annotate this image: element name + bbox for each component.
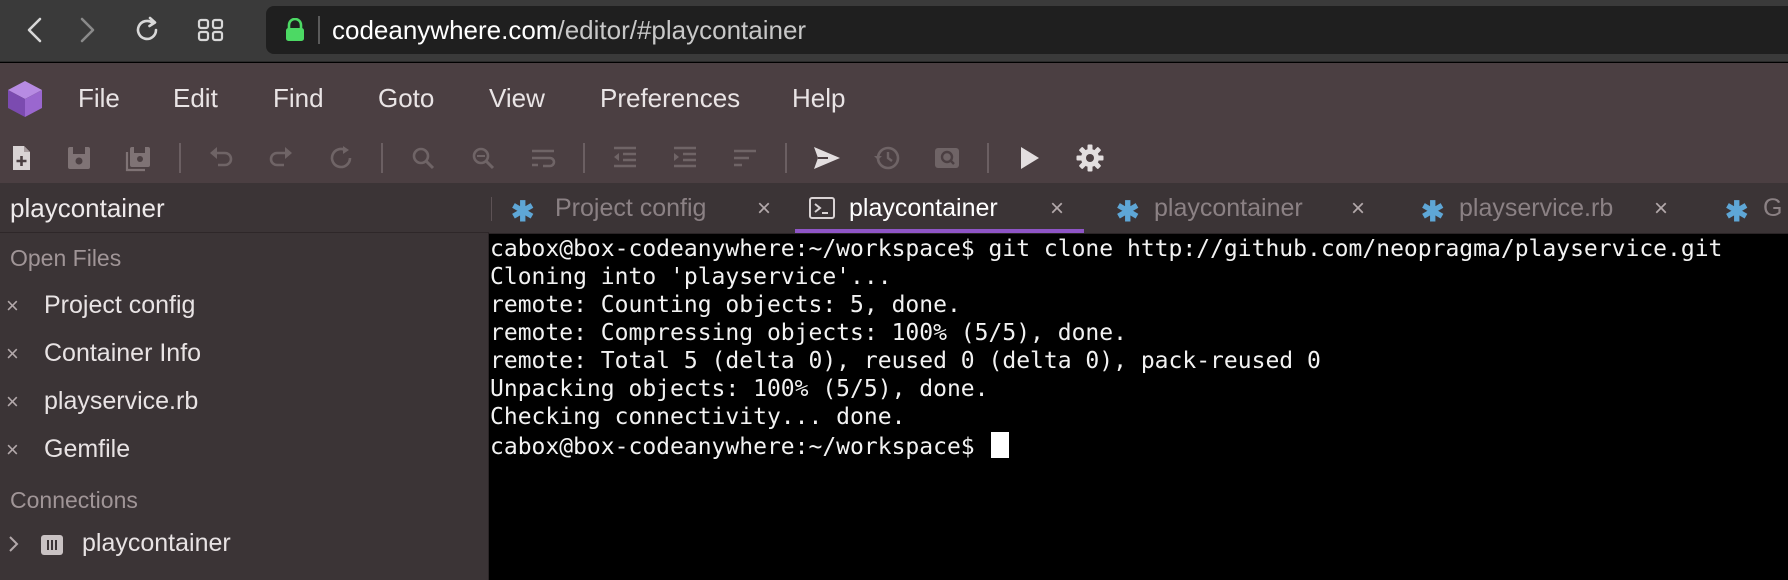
sidebar: playcontainer Open Files × Project confi… [0, 183, 489, 580]
open-file-project-config[interactable]: × Project config [0, 285, 489, 329]
editor-tab-bar: ✱ Project config × playcontainer × ✱ pla… [489, 183, 1788, 234]
connections-label: Connections [10, 487, 138, 513]
open-file-label: Gemfile [44, 435, 131, 463]
redo-icon[interactable] [266, 143, 296, 173]
menu-view[interactable]: View [489, 83, 545, 113]
terminal-line: remote: Compressing objects: 100% (5/5),… [490, 320, 1127, 346]
search-replace-icon[interactable] [468, 143, 498, 173]
refresh-icon[interactable] [326, 143, 356, 173]
terminal-line: cabox@box-codeanywhere:~/workspace$ git … [490, 236, 1723, 262]
asterisk-icon: ✱ [1421, 196, 1445, 227]
terminal-icon [809, 196, 835, 220]
open-files-label: Open Files [10, 245, 122, 271]
terminal-line: remote: Total 5 (delta 0), reused 0 (del… [490, 348, 1321, 374]
tab-label: G [1763, 194, 1783, 222]
tab-gemfile[interactable]: ✱ G [1703, 183, 1788, 233]
wrap-icon[interactable] [528, 143, 558, 173]
chevron-right-icon[interactable] [6, 535, 22, 553]
back-icon[interactable] [20, 14, 52, 46]
tab-project-config[interactable]: ✱ Project config × [489, 183, 789, 233]
grid-icon[interactable] [195, 14, 227, 46]
tab-label: Project config [555, 194, 707, 222]
terminal-line: Cloning into 'playservice'... [490, 264, 892, 290]
tab-label: playservice.rb [1459, 194, 1614, 222]
address-bar[interactable]: codeanywhere.com/editor/#playcontainer [266, 6, 1788, 54]
editor-toolbar [0, 133, 1788, 183]
indent-icon[interactable] [670, 143, 700, 173]
url-text[interactable]: codeanywhere.com/editor/#playcontainer [332, 14, 806, 46]
save-all-icon[interactable] [124, 143, 154, 173]
toolbar-separator [583, 143, 585, 173]
asterisk-icon: ✱ [1725, 196, 1749, 227]
preview-icon[interactable] [932, 143, 962, 173]
open-file-label: Container Info [44, 339, 202, 367]
sidebar-title: playcontainer [10, 193, 165, 223]
terminal-line: Checking connectivity... done. [490, 404, 906, 430]
open-file-label: playservice.rb [44, 387, 199, 415]
browser-toolbar: codeanywhere.com/editor/#playcontainer [0, 0, 1788, 62]
close-icon[interactable]: × [6, 389, 19, 415]
terminal-prompt: cabox@box-codeanywhere:~/workspace$ [490, 434, 989, 460]
tab-label: playcontainer [1154, 194, 1303, 222]
open-file-container-info[interactable]: × Container Info [0, 333, 489, 377]
open-file-playservice-rb[interactable]: × playservice.rb [0, 381, 489, 425]
close-icon[interactable]: × [6, 437, 19, 463]
toolbar-separator [179, 143, 181, 173]
close-icon[interactable]: × [1654, 195, 1668, 223]
menu-preferences[interactable]: Preferences [600, 83, 740, 113]
close-icon[interactable]: × [757, 195, 771, 223]
codeanywhere-logo-icon[interactable] [6, 79, 44, 119]
undo-icon[interactable] [206, 143, 236, 173]
send-icon[interactable] [812, 143, 842, 173]
terminal-cursor [990, 432, 1009, 458]
menu-find[interactable]: Find [273, 83, 324, 113]
url-separator [318, 16, 320, 44]
menu-goto[interactable]: Goto [378, 83, 434, 113]
menu-file[interactable]: File [78, 83, 120, 113]
close-icon[interactable]: × [6, 293, 19, 319]
tab-playcontainer-terminal[interactable]: playcontainer × [795, 183, 1084, 233]
menu-edit[interactable]: Edit [173, 83, 218, 113]
history-icon[interactable] [872, 143, 902, 173]
terminal-line: remote: Counting objects: 5, done. [490, 292, 961, 318]
connection-label: playcontainer [82, 529, 231, 557]
container-icon [40, 533, 64, 557]
run-icon[interactable] [1014, 143, 1044, 173]
sort-icon[interactable] [730, 143, 760, 173]
tab-label: playcontainer [849, 194, 998, 222]
new-file-icon[interactable] [6, 143, 36, 173]
app-menu-bar: File Edit Find Goto View Preferences Hel… [0, 63, 1788, 133]
open-file-gemfile[interactable]: × Gemfile [0, 429, 489, 473]
lock-icon [284, 17, 306, 42]
asterisk-icon: ✱ [511, 196, 535, 227]
sidebar-header: playcontainer [0, 183, 489, 233]
outdent-icon[interactable] [610, 143, 640, 173]
save-icon[interactable] [64, 143, 94, 173]
terminal-prompt-line[interactable]: cabox@box-codeanywhere:~/workspace$ [490, 432, 1009, 460]
search-icon[interactable] [408, 143, 438, 173]
close-icon[interactable]: × [6, 341, 19, 367]
close-icon[interactable]: × [1050, 195, 1064, 223]
terminal-output[interactable]: cabox@box-codeanywhere:~/workspace$ git … [489, 234, 1788, 580]
url-host: codeanywhere.com [332, 15, 558, 45]
url-path: /editor/#playcontainer [557, 15, 807, 45]
settings-icon[interactable] [1075, 143, 1105, 173]
toolbar-separator [785, 143, 787, 173]
toolbar-separator [381, 143, 383, 173]
close-icon[interactable]: × [1351, 195, 1365, 223]
forward-icon[interactable] [70, 14, 102, 46]
connection-playcontainer[interactable]: playcontainer [0, 523, 489, 567]
menu-help[interactable]: Help [792, 83, 845, 113]
terminal-line: Unpacking objects: 100% (5/5), done. [490, 376, 989, 402]
tab-playservice-rb[interactable]: ✱ playservice.rb × [1399, 183, 1699, 233]
open-file-label: Project config [44, 291, 196, 319]
asterisk-icon: ✱ [1116, 196, 1140, 227]
toolbar-separator [987, 143, 989, 173]
reload-icon[interactable] [131, 14, 163, 46]
tab-playcontainer-config[interactable]: ✱ playcontainer × [1094, 183, 1394, 233]
